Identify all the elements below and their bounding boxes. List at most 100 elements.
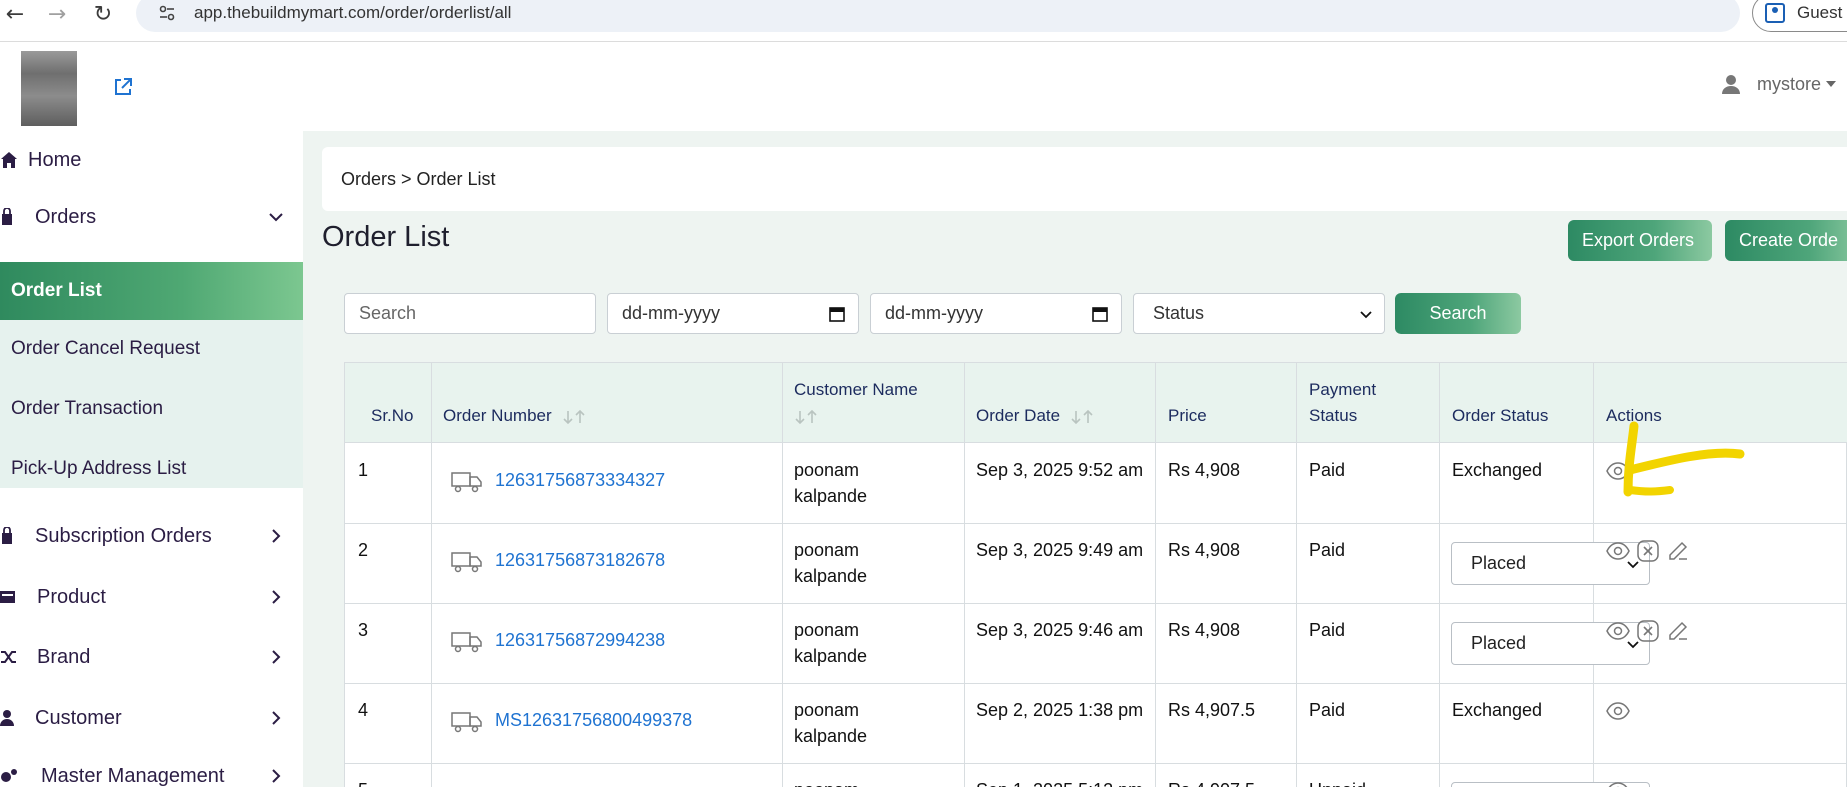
cell-order-date: Sep 2, 2025 1:38 pm bbox=[976, 700, 1144, 720]
calendar-icon[interactable] bbox=[1092, 306, 1108, 322]
cell-payment-status: Unpaid bbox=[1309, 777, 1366, 787]
cancel-x-icon[interactable] bbox=[1636, 619, 1660, 643]
view-eye-icon[interactable] bbox=[1606, 539, 1630, 563]
calendar-icon[interactable] bbox=[829, 306, 845, 322]
sidebar-item-label: Product bbox=[37, 585, 106, 608]
url-text: app.thebuildmymart.com/order/orderlist/a… bbox=[194, 3, 512, 22]
to-date-input[interactable]: dd-mm-yyyy bbox=[870, 293, 1122, 334]
store-logo[interactable] bbox=[21, 51, 77, 126]
profile-button[interactable]: Guest bbox=[1752, 0, 1847, 32]
sidebar-item-label: Master Management bbox=[41, 764, 225, 787]
sidebar-item-label: Order Cancel Request bbox=[11, 338, 201, 359]
forward-icon[interactable]: → bbox=[42, 0, 72, 28]
sidebar-item-brand[interactable]: Brand bbox=[0, 628, 303, 686]
view-eye-icon[interactable] bbox=[1606, 619, 1630, 643]
shopping-bag-icon bbox=[2, 527, 12, 544]
shuffle-icon bbox=[1, 651, 16, 663]
sidebar-item-pickup-address-list[interactable]: Pick-Up Address List bbox=[0, 440, 303, 498]
cell-srno: 2 bbox=[358, 540, 369, 560]
cell-srno: 3 bbox=[358, 620, 369, 640]
header-price: Price bbox=[1168, 406, 1207, 425]
site-info-icon[interactable] bbox=[158, 4, 176, 22]
page-title: Order List bbox=[322, 221, 450, 253]
order-number-link[interactable]: 12631756873334327 bbox=[495, 467, 665, 493]
back-icon[interactable]: ← bbox=[0, 0, 30, 28]
sort-icon[interactable] bbox=[1070, 409, 1096, 425]
sort-icon[interactable] bbox=[562, 409, 588, 425]
chevron-down-icon bbox=[1826, 81, 1837, 87]
cell-customer-last: kalpande bbox=[794, 726, 868, 746]
sort-icon[interactable] bbox=[794, 409, 820, 425]
search-button[interactable]: Search bbox=[1395, 293, 1521, 334]
reload-icon[interactable]: ↻ bbox=[88, 0, 118, 28]
address-bar[interactable]: app.thebuildmymart.com/order/orderlist/a… bbox=[136, 0, 1740, 32]
cell-price: Rs 4,907.5 bbox=[1168, 700, 1256, 720]
header-srno: Sr.No bbox=[371, 406, 414, 425]
sidebar-item-order-list[interactable]: Order List bbox=[0, 262, 303, 320]
sidebar-item-label: Order Transaction bbox=[11, 398, 164, 419]
chevron-right-icon bbox=[272, 711, 281, 725]
delivery-truck-icon bbox=[451, 472, 482, 493]
header-payment-line2: Status bbox=[1309, 406, 1358, 425]
user-menu[interactable]: mystore bbox=[1720, 73, 1837, 95]
header-order-number[interactable]: Order Number bbox=[443, 403, 588, 429]
cell-payment-status: Paid bbox=[1309, 700, 1346, 720]
sidebar-item-label: Customer bbox=[35, 706, 122, 729]
breadcrumb-text: Orders > Order List bbox=[341, 168, 496, 189]
cell-order-date: Sep 3, 2025 9:52 am bbox=[976, 460, 1144, 480]
cell-price: Rs 4,908 bbox=[1168, 460, 1241, 480]
app-root: ← → ↻ app.thebuildmymart.com/order/order… bbox=[0, 0, 1847, 787]
cell-customer-first: poonam bbox=[794, 620, 860, 640]
cell-order-status: Exchanged bbox=[1452, 700, 1543, 720]
sidebar-item-order-cancel-request[interactable]: Order Cancel Request bbox=[0, 320, 303, 378]
sidebar-item-label: Pick-Up Address List bbox=[11, 458, 187, 479]
cell-customer-first: poonam bbox=[794, 540, 860, 560]
cancel-x-icon[interactable] bbox=[1636, 539, 1660, 563]
from-date-input[interactable]: dd-mm-yyyy bbox=[607, 293, 859, 334]
export-orders-button[interactable]: Export Orders bbox=[1568, 220, 1712, 261]
cell-customer-first: poonam bbox=[794, 460, 860, 480]
sidebar-item-order-transaction[interactable]: Order Transaction bbox=[0, 380, 303, 438]
sidebar-item-orders[interactable]: Orders bbox=[0, 188, 303, 246]
breadcrumb: Orders > Order List bbox=[322, 147, 1847, 211]
cell-payment-status: Paid bbox=[1309, 540, 1346, 560]
cell-srno: 5 bbox=[358, 777, 368, 787]
user-icon bbox=[1722, 75, 1740, 94]
cell-customer-name: poonam kalpande bbox=[794, 697, 867, 749]
cell-customer-name: poonam kalpande bbox=[794, 617, 867, 669]
order-number-link[interactable]: MS12631756800499378 bbox=[495, 707, 692, 733]
create-order-button[interactable]: Create Orde bbox=[1725, 220, 1847, 261]
cell-price: Rs 4,908 bbox=[1168, 540, 1241, 560]
status-filter-select[interactable]: Status bbox=[1133, 293, 1385, 334]
view-eye-icon[interactable] bbox=[1606, 699, 1630, 723]
delivery-truck-icon bbox=[451, 712, 482, 733]
delivery-truck-icon bbox=[451, 632, 482, 653]
sidebar-item-label: Order List bbox=[11, 280, 102, 301]
external-link-icon[interactable] bbox=[112, 76, 134, 98]
edit-icon[interactable] bbox=[1666, 539, 1690, 563]
header-order-date[interactable]: Order Date bbox=[976, 403, 1096, 429]
search-input[interactable]: Search bbox=[344, 293, 596, 334]
header-customer-name[interactable]: Customer Name bbox=[794, 377, 918, 429]
view-eye-icon[interactable] bbox=[1606, 779, 1630, 787]
order-status-value: Placed bbox=[1471, 633, 1527, 653]
sidebar-item-label: Brand bbox=[37, 645, 91, 668]
chevron-right-icon bbox=[272, 590, 281, 604]
order-number-link[interactable]: 12631756873182678 bbox=[495, 547, 665, 573]
sidebar-item-customer[interactable]: Customer bbox=[0, 689, 303, 747]
header-payment-status: Payment Status bbox=[1309, 377, 1376, 429]
header-payment-line1: Payment bbox=[1309, 380, 1377, 399]
header-order-number-label: Order Number bbox=[443, 406, 552, 425]
order-number-link[interactable]: 12631756872994238 bbox=[495, 627, 665, 653]
to-date-value: dd-mm-yyyy bbox=[885, 303, 983, 323]
sidebar-item-master-management[interactable]: Master Management bbox=[0, 747, 303, 787]
sidebar-item-product[interactable]: Product bbox=[0, 568, 303, 626]
edit-icon[interactable] bbox=[1666, 619, 1690, 643]
chevron-right-icon bbox=[272, 769, 281, 783]
cell-price: Rs 4,907.5 bbox=[1168, 777, 1255, 787]
cell-payment-status: Paid bbox=[1309, 460, 1346, 480]
cell-price: Rs 4,908 bbox=[1168, 620, 1241, 640]
sidebar-item-home[interactable]: Home bbox=[0, 131, 303, 189]
sidebar-item-label: Home bbox=[28, 148, 82, 171]
sidebar-item-subscription-orders[interactable]: Subscription Orders bbox=[0, 507, 303, 565]
